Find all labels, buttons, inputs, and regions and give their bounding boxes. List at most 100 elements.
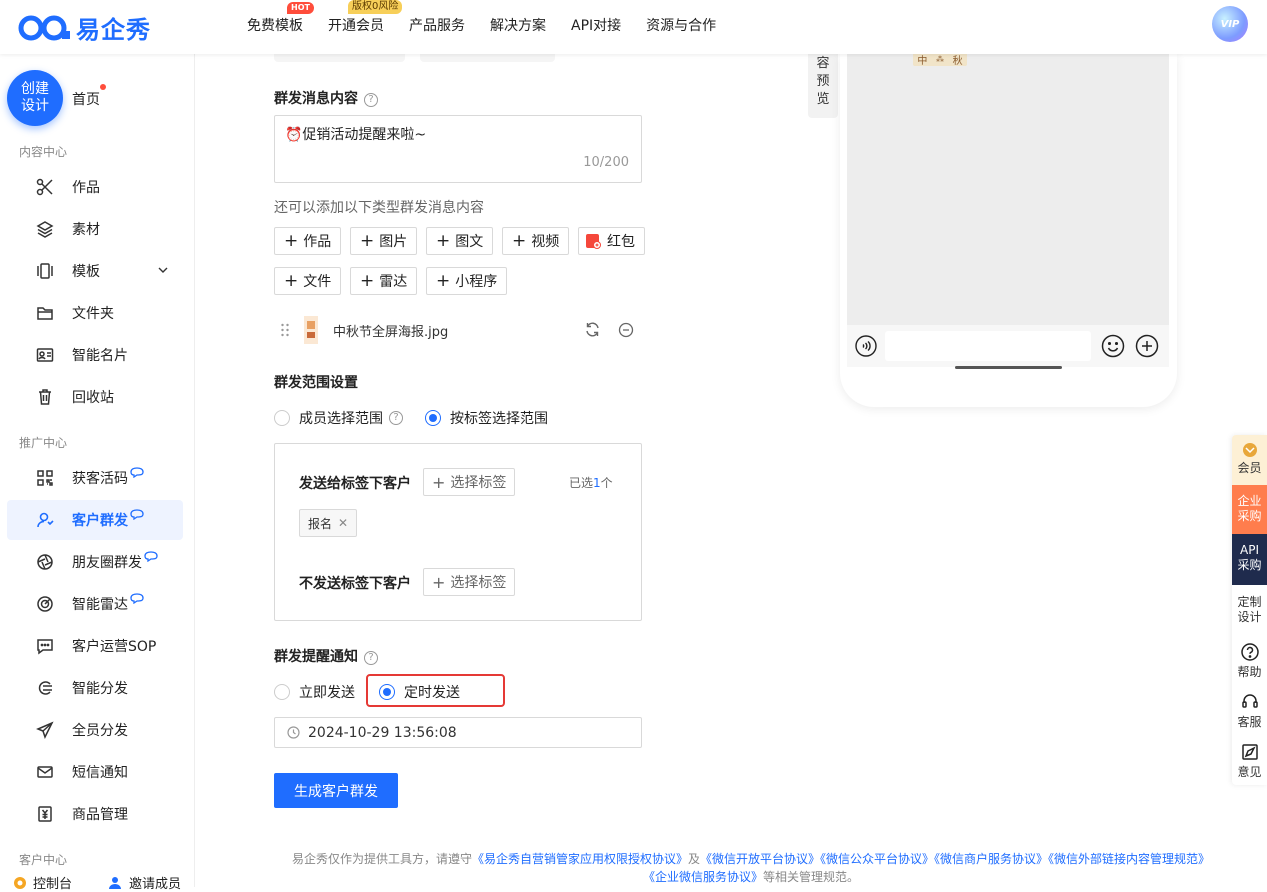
add-video-button[interactable]: + 视频 — [502, 227, 570, 255]
nav-free-templates[interactable]: 免费模板 HOT — [247, 2, 314, 35]
help-icon[interactable]: ? — [389, 411, 403, 425]
chip-label: 报名 — [308, 516, 333, 531]
gear-icon — [14, 876, 26, 889]
select-exclude-tag-button[interactable]: + 选择标签 — [423, 568, 516, 596]
vip-avatar[interactable]: VIP — [1212, 6, 1248, 42]
mail-icon — [35, 762, 55, 782]
datetime-picker[interactable]: 2024-10-29 13:56:08 — [274, 717, 642, 748]
footer-link-work-wechat[interactable]: 《企业微信服务协议》 — [643, 870, 763, 884]
sidebar-item-label: 智能分发 — [72, 681, 128, 697]
sidebar-item-goods[interactable]: 商品管理 — [7, 794, 183, 834]
sidebar-item-trash[interactable]: 回收站 — [7, 377, 183, 417]
add-miniprogram-button[interactable]: + 小程序 — [426, 267, 508, 295]
poster-preview: 中 ⁂ 秋 — [913, 52, 967, 67]
sidebar-item-business-card[interactable]: 智能名片 — [7, 335, 183, 375]
sidebar-item-all-staff-distribution[interactable]: 全员分发 — [7, 710, 183, 750]
add-works-button[interactable]: + 作品 — [274, 227, 342, 255]
footer-link-external-link[interactable]: 《微信外部链接内容管理规范》 — [1048, 852, 1210, 866]
footer-link-open-platform[interactable]: 《微信开放平台协议》 — [700, 852, 820, 866]
close-icon[interactable]: ✕ — [338, 516, 348, 530]
scissors-icon — [35, 177, 55, 197]
float-feedback[interactable]: 意见 — [1232, 743, 1267, 780]
float-member[interactable]: 会员 — [1232, 435, 1267, 485]
message-textarea[interactable]: ⏰促销活动提醒来啦~ 10/200 — [274, 115, 642, 183]
message-dots-icon — [35, 636, 55, 656]
add-image-button[interactable]: + 图片 — [350, 227, 418, 255]
help-icon[interactable]: ? — [364, 93, 378, 107]
layers-icon — [35, 219, 55, 239]
sidebar-item-label: 商品管理 — [72, 807, 128, 823]
float-api-purchase[interactable]: API采购 — [1232, 534, 1267, 585]
sidebar-item-home[interactable]: 首页 — [72, 89, 100, 109]
float-custom-design[interactable]: 定制设计 — [1232, 595, 1267, 625]
section-content-center: 内容中心 — [19, 145, 68, 159]
sidebar-item-label: 作品 — [72, 180, 100, 196]
voice-icon[interactable] — [855, 335, 877, 357]
nav-resources[interactable]: 资源与合作 — [646, 15, 716, 35]
sidebar-item-materials[interactable]: 素材 — [7, 209, 183, 249]
sidebar-item-smart-distribution[interactable]: 智能分发 — [7, 668, 183, 708]
add-article-button[interactable]: + 图文 — [426, 227, 494, 255]
nav-membership[interactable]: 开通会员 版权0风险 — [328, 0, 403, 35]
help-icon[interactable]: ? — [364, 651, 378, 665]
chat-screen: 中 ⁂ 秋 — [847, 52, 1169, 325]
sidebar-item-label: 朋友圈群发 — [72, 555, 142, 571]
chat-bubble-icon — [130, 509, 144, 520]
sidebar-item-works[interactable]: 作品 — [7, 167, 183, 207]
distribution-icon — [35, 678, 55, 698]
add-radar-button[interactable]: + 雷达 — [350, 267, 418, 295]
sidebar-item-smart-radar[interactable]: 智能雷达 — [7, 584, 183, 624]
generate-broadcast-button[interactable]: 生成客户群发 — [274, 773, 398, 808]
plus-icon: + — [512, 230, 527, 251]
footer-link-merchant[interactable]: 《微信商户服务协议》 — [934, 852, 1048, 866]
radio-member-range[interactable]: 成员选择范围? — [274, 408, 403, 428]
float-enterprise-purchase[interactable]: 企业采购 — [1232, 485, 1267, 534]
radio-send-now[interactable]: 立即发送 — [274, 682, 355, 702]
nav-api[interactable]: API对接 — [571, 15, 621, 35]
sidebar-item-sms-notice[interactable]: 短信通知 — [7, 752, 183, 792]
content-preview-tab[interactable]: 容 预 览 — [808, 54, 838, 118]
float-customer-service[interactable]: 客服 — [1232, 693, 1267, 730]
chat-bubble-icon — [144, 551, 158, 562]
button-label: 选择标签 — [450, 475, 507, 491]
emoji-icon[interactable] — [1101, 334, 1125, 358]
top-header: 易企秀 免费模板 HOT 开通会员 版权0风险 产品服务 解决方案 API对接 资源… — [0, 0, 1267, 54]
nav-products[interactable]: 产品服务 — [409, 15, 465, 35]
sidebar-item-customer-broadcast[interactable]: 客户群发 — [7, 500, 183, 540]
label-text: 群发消息内容 — [274, 91, 358, 107]
remove-icon[interactable] — [618, 322, 634, 338]
sidebar-item-label: 素材 — [72, 222, 100, 238]
create-design-button[interactable]: 创建 设计 — [7, 70, 63, 126]
refresh-icon[interactable] — [584, 321, 601, 338]
sidebar-item-lead-qr[interactable]: 获客活码 — [7, 458, 183, 498]
previous-option-card[interactable] — [420, 54, 555, 62]
logo[interactable]: 易企秀 — [18, 10, 151, 45]
chevron-down-icon[interactable] — [157, 264, 169, 276]
add-red-packet-button[interactable]: 红包 — [578, 227, 645, 255]
button-label: 红包 — [607, 234, 635, 250]
sidebar-item-invite[interactable]: 邀请成员 — [109, 873, 181, 892]
logo-icon — [18, 15, 70, 40]
sidebar-item-templates[interactable]: 模板 — [7, 251, 183, 291]
float-label: 意见 — [1237, 765, 1262, 779]
plus-icon: + — [432, 572, 446, 592]
float-help[interactable]: 帮助 — [1232, 643, 1267, 680]
sidebar-item-folder[interactable]: 文件夹 — [7, 293, 183, 333]
section-customer-center: 客户中心 — [19, 853, 68, 867]
radio-tag-range[interactable]: 按标签选择范围 — [425, 408, 548, 428]
hot-badge: HOT — [287, 2, 314, 14]
nav-solutions[interactable]: 解决方案 — [490, 15, 546, 35]
previous-option-card[interactable] — [274, 54, 405, 62]
drag-handle-icon[interactable] — [280, 323, 290, 337]
add-file-button[interactable]: + 文件 — [274, 267, 342, 295]
footer-link-public-platform[interactable]: 《微信公众平台协议》 — [820, 852, 934, 866]
plus-circle-icon[interactable] — [1135, 334, 1159, 358]
sidebar-item-moments-broadcast[interactable]: 朋友圈群发 — [7, 542, 183, 582]
nav-label: 开通会员 — [328, 18, 384, 34]
sidebar-item-customer-sop[interactable]: 客户运营SOP — [7, 626, 183, 666]
select-include-tag-button[interactable]: + 选择标签 — [423, 468, 516, 496]
radar-icon — [35, 594, 55, 614]
footer-link-auth-agreement[interactable]: 《易企秀自营销管家应用权限授权协议》 — [472, 852, 688, 866]
chat-text-input[interactable] — [885, 331, 1091, 361]
sidebar-item-console[interactable]: 控制台 — [13, 873, 72, 892]
